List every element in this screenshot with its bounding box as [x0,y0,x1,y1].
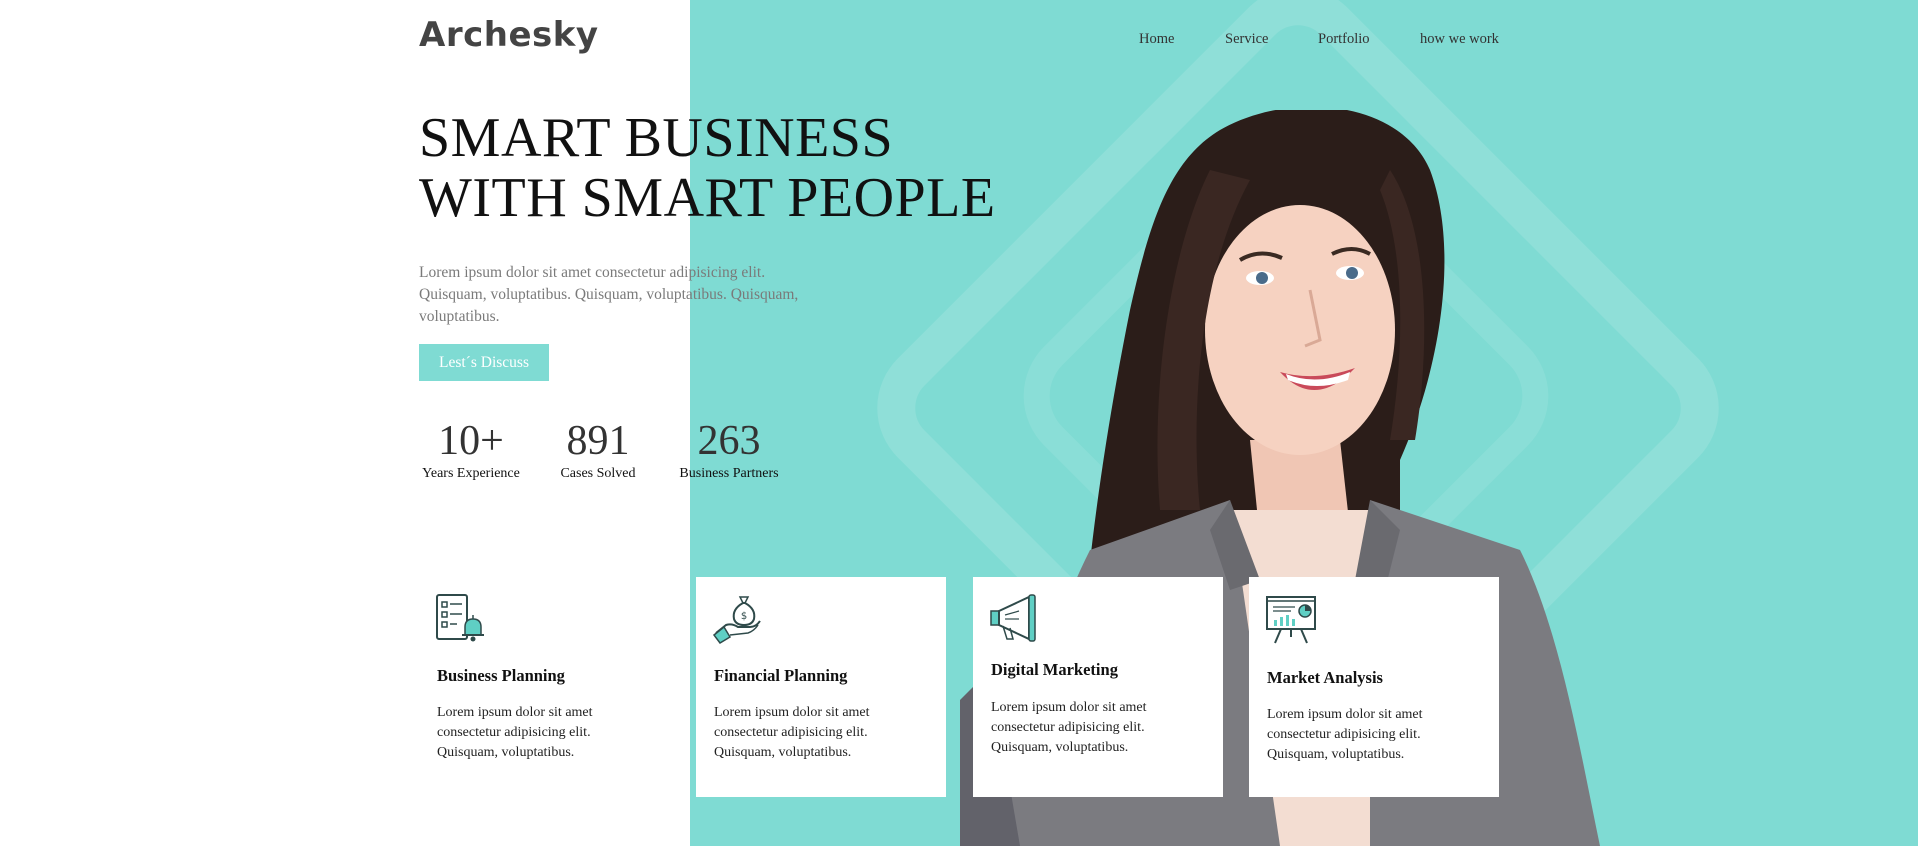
service-text: Lorem ipsum dolor sit amet consectetur a… [714,705,870,760]
nav-item-home[interactable]: Home [1139,31,1174,48]
stat-value: 891 [566,418,630,464]
service-title: Market Analysis [1267,668,1383,687]
discuss-button[interactable]: Lest´s Discuss [419,344,549,381]
stat-cases-solved: 891 Cases Solved [557,418,639,482]
service-title: Financial Planning [714,666,848,685]
nav-item-portfolio[interactable]: Portfolio [1318,31,1370,48]
stat-label: Business Partners [679,466,779,481]
service-text: Lorem ipsum dolor sit amet consectetur a… [437,705,593,760]
stat-value: 263 [697,418,761,464]
hero-description: Lorem ipsum dolor sit amet consectetur a… [419,264,799,325]
checklist-bell-icon [436,594,484,642]
nav-item-how-we-work[interactable]: how we work [1420,31,1499,48]
stat-label: Years Experience [422,466,520,481]
service-card-market-analysis[interactable]: Market Analysis Lorem ipsum dolor sit am… [1249,577,1499,797]
stat-label: Cases Solved [560,466,636,481]
service-title: Digital Marketing [991,660,1118,679]
presentation-chart-icon [1266,596,1316,644]
hero-title: SMART BUSINESS WITH SMART PEOPLE [419,108,996,228]
service-card-digital-marketing[interactable]: Digital Marketing Lorem ipsum dolor sit … [973,577,1223,797]
brand-logo[interactable]: Archesky [419,15,599,55]
money-bag-hand-icon: $ [712,596,761,644]
stat-business-partners: 263 Business Partners [677,418,781,482]
stat-years-experience: 10+ Years Experience [419,418,523,482]
service-text: Lorem ipsum dolor sit amet consectetur a… [991,700,1147,755]
svg-text:$: $ [741,611,747,622]
hero-title-line-2: WITH SMART PEOPLE [419,167,996,229]
service-card-financial-planning[interactable]: $ Financial Planning Lorem ipsum dolor s… [696,577,946,797]
megaphone-icon [990,594,1036,642]
service-title: Business Planning [437,666,565,685]
service-text: Lorem ipsum dolor sit amet consectetur a… [1267,707,1423,762]
nav-item-service[interactable]: Service [1225,31,1268,48]
service-card-business-planning[interactable]: Business Planning Lorem ipsum dolor sit … [419,577,669,797]
hero-title-line-1: SMART BUSINESS [419,107,894,169]
stat-value: 10+ [438,418,504,464]
